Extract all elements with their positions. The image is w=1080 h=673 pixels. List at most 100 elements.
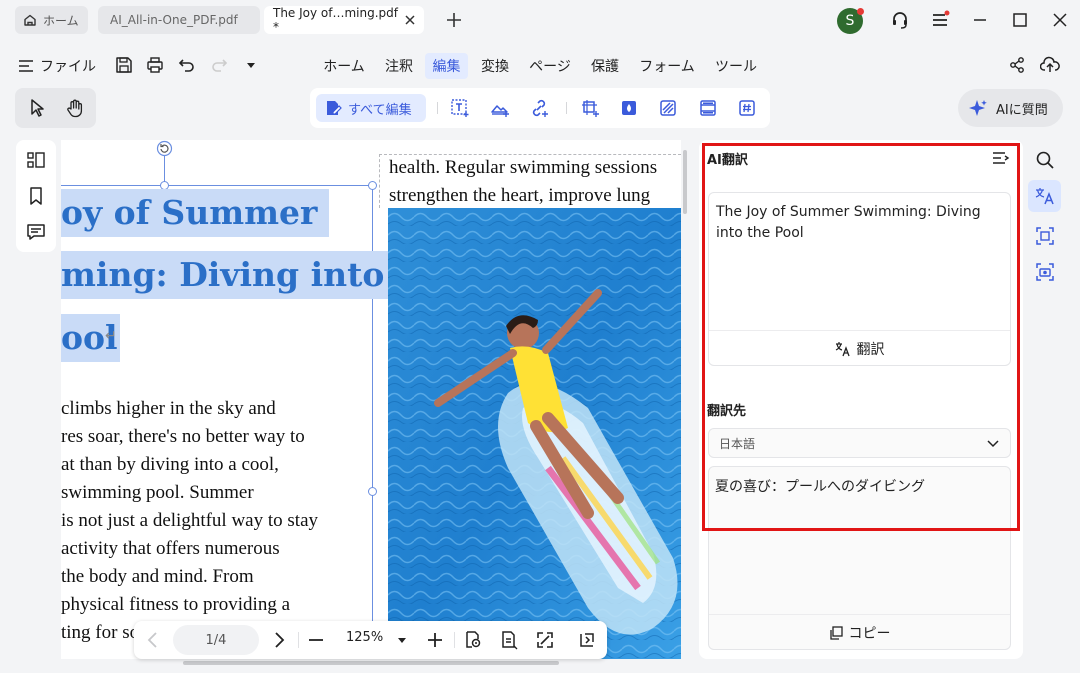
add-link-icon[interactable] <box>529 98 549 118</box>
body-line[interactable]: activity that offers numerous <box>61 538 280 560</box>
right-body-line[interactable]: strengthen the heart, improve lung <box>389 185 650 207</box>
select-tools-group <box>15 88 96 128</box>
translate-icon <box>835 341 851 357</box>
source-text[interactable]: The Joy of Summer Swimming: Diving into … <box>716 202 996 244</box>
view-mode-icon[interactable] <box>463 630 483 650</box>
fit-screen-icon[interactable] <box>535 630 555 650</box>
edit-toolbar: すべて編集 <box>310 88 770 128</box>
redo-icon <box>210 56 230 76</box>
edit-document-icon <box>324 99 342 117</box>
tab-home-label: ホーム <box>43 13 79 28</box>
document-page[interactable]: oy of Summer ming: Diving into ool ↵ cli… <box>61 140 681 659</box>
vertical-scrollbar[interactable] <box>683 150 687 214</box>
minimize-icon[interactable] <box>970 10 990 30</box>
pool-photo[interactable] <box>388 208 681 659</box>
tab-home-menu[interactable]: ホーム <box>317 53 371 79</box>
horizontal-scrollbar[interactable] <box>183 661 559 665</box>
add-image-icon[interactable] <box>490 98 510 118</box>
screen-capture-icon[interactable] <box>1035 262 1055 282</box>
crop-page-icon[interactable] <box>580 98 600 118</box>
tab-annotate[interactable]: 注釈 <box>380 53 418 79</box>
tab-tools[interactable]: ツール <box>710 53 762 79</box>
cloud-upload-icon[interactable] <box>1040 56 1060 76</box>
share-icon[interactable] <box>1008 56 1028 76</box>
select-cursor-icon[interactable] <box>28 98 48 118</box>
ai-translate-icon[interactable] <box>1035 186 1055 206</box>
toolbar-divider <box>437 102 438 114</box>
background-icon[interactable] <box>658 98 678 118</box>
panel-menu-icon[interactable] <box>992 150 1010 166</box>
header-footer-icon[interactable] <box>698 98 718 118</box>
bates-number-icon[interactable] <box>737 98 757 118</box>
avatar[interactable]: S <box>836 7 864 35</box>
translate-button-label: 翻訳 <box>856 341 885 358</box>
hamburger-menu-icon[interactable] <box>930 10 950 30</box>
save-icon[interactable] <box>115 56 135 76</box>
copy-button-label: コピー <box>848 625 891 642</box>
tab-convert[interactable]: 変換 <box>475 53 515 79</box>
translation-result-text[interactable]: 夏の喜び：プールへのダイビング <box>715 476 925 496</box>
next-page-icon[interactable] <box>269 630 289 650</box>
close-icon[interactable] <box>404 14 416 26</box>
title-bar: ホーム AI_All-in-One_PDF.pdf The Joy of…min… <box>0 0 1080 40</box>
tab-file-2-label: The Joy of…ming.pdf * <box>273 6 399 34</box>
doc-title-line-1[interactable]: oy of Summer <box>61 189 330 237</box>
zoom-dropdown-icon[interactable] <box>398 636 408 646</box>
body-line[interactable]: at than by diving into a cool, <box>61 454 279 476</box>
tab-file-2-active[interactable]: The Joy of…ming.pdf * <box>264 6 424 34</box>
tab-home[interactable]: ホーム <box>15 6 88 34</box>
tab-form[interactable]: フォーム <box>634 53 700 79</box>
body-line[interactable]: res soar, there's no better way to <box>61 426 305 448</box>
tab-edit[interactable]: 編集 <box>425 53 468 79</box>
body-line[interactable]: is not just a delightful way to stay <box>61 510 318 532</box>
page-navigation-bar: 1/4 125% <box>134 621 607 659</box>
comment-icon[interactable] <box>26 222 46 242</box>
ai-ask-button[interactable]: AIに質問 <box>958 89 1063 127</box>
target-language-select[interactable]: 日本語 <box>708 428 1011 458</box>
prev-page-icon <box>143 630 163 650</box>
body-line[interactable]: the body and mind. From <box>61 566 254 588</box>
bar-divider <box>454 632 455 648</box>
zoom-out-icon[interactable] <box>306 630 326 650</box>
body-line[interactable]: physical fitness to providing a <box>61 594 290 616</box>
window-close-icon[interactable] <box>1050 10 1070 30</box>
bookmark-icon[interactable] <box>26 186 46 206</box>
menu-lines-icon <box>18 59 34 73</box>
tab-page[interactable]: ページ <box>524 53 576 79</box>
headset-icon[interactable] <box>890 10 910 30</box>
body-line[interactable]: climbs higher in the sky and <box>61 398 276 420</box>
resize-handle[interactable] <box>368 181 377 190</box>
add-text-icon[interactable] <box>450 98 470 118</box>
new-tab-plus-icon[interactable] <box>444 10 464 30</box>
file-menu-button[interactable]: ファイル <box>18 56 96 76</box>
target-language-value: 日本語 <box>719 436 756 451</box>
right-body-line[interactable]: health. Regular swimming sessions <box>389 157 657 179</box>
search-icon[interactable] <box>1035 150 1055 170</box>
rotate-handle-icon[interactable] <box>156 140 173 157</box>
ocr-scan-icon[interactable] <box>1035 226 1055 246</box>
tab-file-1[interactable]: AI_All-in-One_PDF.pdf <box>98 6 260 34</box>
maximize-icon[interactable] <box>1010 10 1030 30</box>
print-icon[interactable] <box>146 56 166 76</box>
zoom-in-icon[interactable] <box>425 630 445 650</box>
page-layout-icon[interactable] <box>499 630 519 650</box>
quick-access-dropdown-icon[interactable] <box>246 60 258 72</box>
body-line[interactable]: swimming pool. Summer <box>61 482 254 504</box>
copy-button[interactable]: コピー <box>709 614 1010 650</box>
watermark-icon[interactable] <box>619 98 639 118</box>
body-line[interactable]: ting for so <box>61 622 139 644</box>
thumbnails-icon[interactable] <box>26 150 46 170</box>
page-number-input[interactable]: 1/4 <box>173 625 259 655</box>
bar-divider <box>298 632 299 648</box>
right-tool-rail <box>1025 140 1065 290</box>
notification-dot <box>857 8 864 15</box>
tab-protect[interactable]: 保護 <box>585 53 625 79</box>
doc-title-line-2[interactable]: ming: Diving into <box>61 251 397 299</box>
hand-pan-icon[interactable] <box>65 98 85 118</box>
collapse-bar-icon[interactable] <box>577 630 597 650</box>
edit-all-button[interactable]: すべて編集 <box>316 94 426 122</box>
resize-handle[interactable] <box>368 487 377 496</box>
translate-button[interactable]: 翻訳 <box>709 330 1010 366</box>
undo-icon[interactable] <box>178 56 198 76</box>
zoom-level[interactable]: 125% <box>346 630 383 645</box>
